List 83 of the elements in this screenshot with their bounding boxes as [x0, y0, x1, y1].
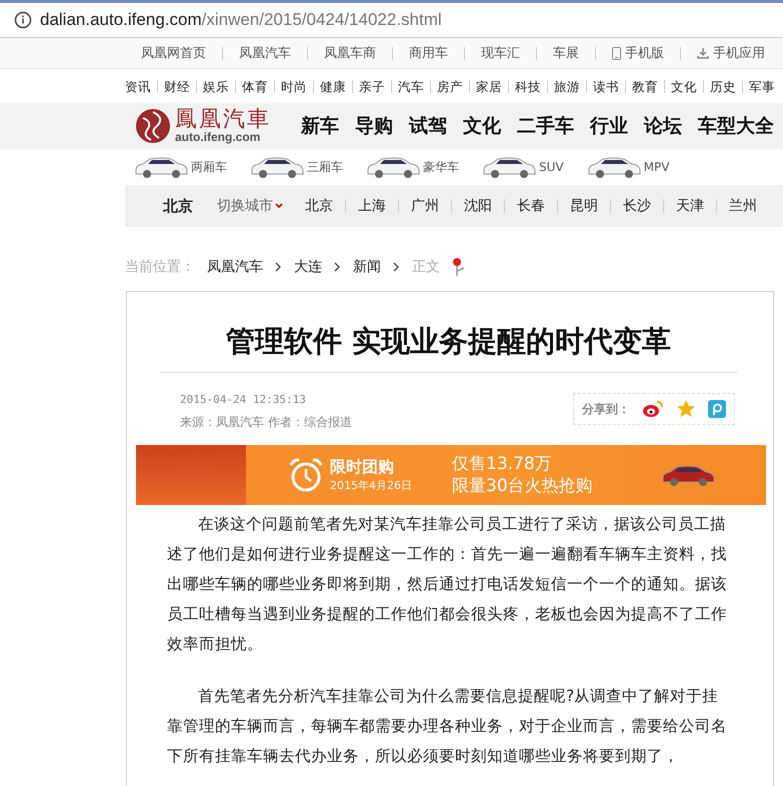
car-type-link[interactable]: 豪华车	[365, 155, 459, 179]
star-icon[interactable]	[676, 399, 696, 419]
channel-link[interactable]: 历史	[703, 80, 742, 92]
car-icon	[249, 155, 305, 179]
city-link[interactable]: 兰州	[716, 199, 769, 213]
breadcrumb-link[interactable]: 凤凰汽车	[207, 258, 263, 276]
city-link[interactable]: 长春	[504, 199, 557, 213]
city-link[interactable]: 广州	[398, 199, 451, 213]
top-link[interactable]: 车展	[536, 46, 595, 60]
channel-link[interactable]: 娱乐	[196, 80, 235, 92]
top-link[interactable]: 凤凰汽车	[222, 46, 307, 60]
logo-name: 鳳凰汽車	[175, 109, 271, 131]
top-link[interactable]: 手机应用	[680, 46, 781, 60]
channel-link[interactable]: 时尚	[274, 80, 313, 92]
promo-title: 限时团购	[330, 457, 395, 478]
promo-price: 仅售13.78万	[452, 452, 553, 475]
url-text[interactable]: dalian.auto.ifeng.com/xinwen/2015/0424/14022.shtml	[40, 10, 442, 30]
share-app-icon[interactable]	[708, 400, 726, 418]
main-nav-link[interactable]: 文化	[463, 113, 501, 139]
car-type-link[interactable]: 两厢车	[133, 155, 227, 179]
main-nav-link[interactable]: 论坛	[644, 113, 682, 139]
channel-link[interactable]: 资讯	[125, 80, 157, 92]
city-link[interactable]: 沈阳	[451, 199, 504, 213]
info-icon	[14, 11, 32, 29]
logo-domain: auto.ifeng.com	[175, 131, 262, 143]
article-source: 来源：凤凰汽车 作者：综合报道	[180, 414, 352, 431]
car-type-link[interactable]: 三厢车	[249, 155, 343, 179]
channel-link[interactable]: 科技	[508, 80, 547, 92]
chevron-icon	[334, 262, 341, 272]
city-link[interactable]: 北京	[293, 199, 345, 213]
top-link[interactable]: 手机版	[595, 46, 680, 60]
channel-link[interactable]: 汽车	[391, 80, 430, 92]
weibo-icon[interactable]	[642, 400, 664, 418]
main-nav-link[interactable]: 车型大全	[698, 113, 774, 139]
channel-link[interactable]: 体育	[235, 80, 274, 92]
main-nav-link[interactable]: 导购	[355, 113, 393, 139]
breadcrumb-link[interactable]: 新闻	[353, 258, 381, 276]
car-icon	[481, 155, 537, 179]
city-link[interactable]: 上海	[345, 199, 398, 213]
main-nav-link[interactable]: 试驾	[409, 113, 447, 139]
main-nav-link[interactable]: 行业	[590, 113, 628, 139]
city-link[interactable]: 天津	[663, 199, 716, 213]
top-link[interactable]: 商用车	[392, 46, 464, 60]
share-label: 分享到：	[582, 400, 630, 418]
channel-link[interactable]: 健康	[313, 80, 352, 92]
channel-link[interactable]: 家居	[469, 80, 508, 92]
car-type-link[interactable]: SUV	[481, 155, 564, 179]
channel-link[interactable]: 旅游	[547, 80, 586, 92]
article-paragraph: 在谈这个问题前笔者先对某汽车挂靠公司员工进行了采访，据该公司员工描述了他们是如何进行业务提醒这一工作的：首先一遍一遍翻看车辆车主资料，找出哪些车辆的哪些业务即将到期，然后通过打电话发短信一个一个的通知。据该员工吐槽每当遇到业务提醒的工作他们都会很头疼，老板也会因为提高不了工作效率而担忧。	[167, 514, 728, 655]
car-icon	[365, 155, 421, 179]
car-type-link[interactable]: MPV	[586, 155, 670, 179]
article-paragraph: 首先笔者先分析汽车挂靠公司为什么需要信息提醒呢?从调查中了解对于挂靠管理的车辆而言，每辆车都需要办理各种业务，对于企业而言，需要给公司名下所有挂靠车辆去代办业务，所以必须要时刻知道哪些业务将要到期了，	[167, 686, 728, 767]
channel-link[interactable]: 读书	[586, 80, 625, 92]
caret-icon	[275, 203, 283, 209]
channel-link[interactable]: 房产	[430, 80, 469, 92]
car-icon	[586, 155, 642, 179]
main-nav-link[interactable]: 二手车	[517, 113, 574, 139]
top-link[interactable]: 现车汇	[464, 46, 536, 60]
phone-icon	[612, 46, 621, 60]
chevron-icon	[393, 262, 400, 272]
channel-link[interactable]: 财经	[157, 80, 196, 92]
phoenix-logo-icon	[135, 108, 171, 144]
switch-city-dropdown[interactable]: 切换城市	[217, 197, 283, 215]
promo-limit: 限量30台火热抢购	[452, 475, 593, 498]
channel-link[interactable]: 文化	[664, 80, 703, 92]
city-link[interactable]: 长沙	[610, 199, 663, 213]
channel-link[interactable]: 军事	[742, 80, 781, 92]
car-icon	[133, 155, 189, 179]
download-icon	[697, 47, 709, 59]
pin-icon	[452, 257, 466, 277]
publish-date: 2015-04-24 12:35:13	[180, 393, 307, 406]
breadcrumb-link[interactable]: 大连	[294, 258, 322, 276]
channel-link[interactable]: 亲子	[352, 80, 391, 92]
city-link[interactable]: 昆明	[557, 199, 610, 213]
top-link[interactable]: 凤凰车商	[307, 46, 392, 60]
chevron-icon	[275, 262, 282, 272]
breadcrumb-label: 当前位置：	[125, 258, 195, 276]
current-city: 北京	[163, 196, 193, 216]
channel-link[interactable]: 教育	[625, 80, 664, 92]
promo-date: 2015年4月26日	[330, 478, 412, 493]
top-link[interactable]: 凤凰网首页	[125, 46, 222, 60]
main-nav-link[interactable]: 新车	[301, 113, 339, 139]
article-title: 管理软件 实现业务提醒的时代变革	[160, 312, 737, 373]
